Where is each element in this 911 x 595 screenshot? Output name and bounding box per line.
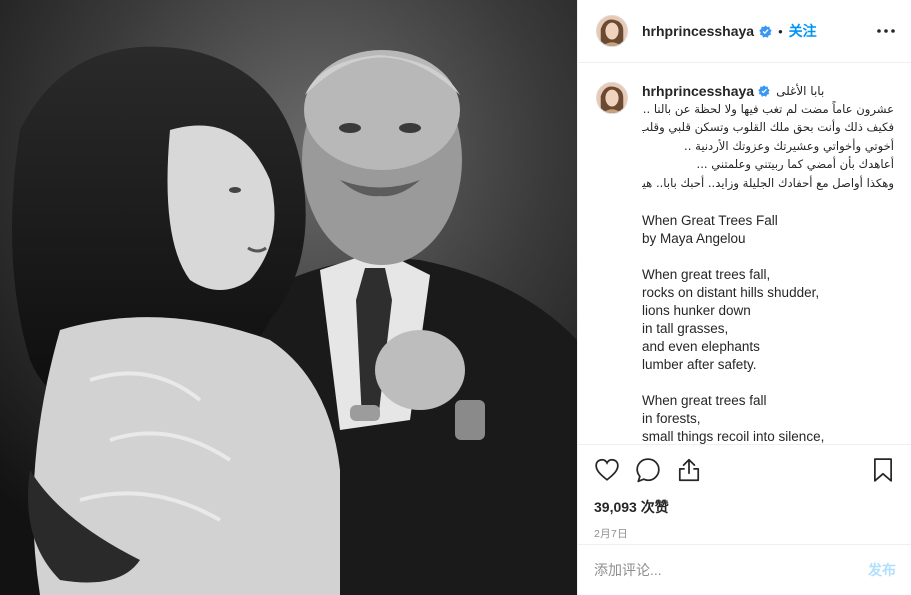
poem-stanza: When great trees fall in forests, small … (642, 392, 894, 444)
poem-line: in forests, (642, 411, 701, 427)
caption-arabic-line: عشرون عاماً مضت لم تغب فيها ولا لحظة عن … (642, 102, 894, 116)
caption-arabic-line: أعاهدك بأن أمضي كما ربيتني وعلمتني ... (696, 157, 894, 172)
caption-arabic-line: فكيف ذلك وأنت بحق ملك القلوب وتسكن قلبي … (642, 120, 894, 135)
poem-stanza: When Great Trees Fall by Maya Angelou (642, 212, 894, 248)
share-icon[interactable] (676, 457, 702, 483)
post-comment-button[interactable]: 发布 (868, 560, 896, 580)
poem-title: When Great Trees Fall (642, 213, 778, 229)
verified-badge-icon (758, 85, 770, 97)
verified-badge-icon (759, 24, 772, 38)
post-header: hrhprincesshaya • 关注 (578, 0, 911, 63)
poem-line: in tall grasses, (642, 321, 729, 337)
comment-bar: 发布 (578, 544, 911, 595)
heart-icon[interactable] (594, 457, 620, 483)
poem-line: When great trees fall, (642, 267, 771, 283)
caption-arabic-line: أخوتي وأخواتي وعشيرتك وعزوتك الأردنية .. (684, 138, 894, 153)
poem-line: and even elephants (642, 339, 760, 355)
poem: When Great Trees Fall by Maya Angelou Wh… (642, 212, 894, 444)
avatar[interactable] (596, 15, 628, 47)
post-photo[interactable] (0, 0, 577, 595)
separator-dot: • (778, 23, 783, 39)
comment-icon[interactable] (635, 457, 661, 483)
caption-first-line: بابا الأغلى (776, 84, 825, 98)
poem-line: lions hunker down (642, 303, 751, 319)
like-count[interactable]: 39,093 次赞 (594, 497, 896, 517)
poem-author: by Maya Angelou (642, 231, 746, 247)
comment-input[interactable] (594, 562, 868, 578)
header-username[interactable]: hrhprincesshaya (642, 23, 754, 39)
poem-line: When great trees fall (642, 393, 767, 409)
caption-username[interactable]: hrhprincesshaya (642, 82, 754, 100)
caption-arabic-line: وهكذا أواصل مع أحفادك الجليلة وزايد.. أح… (642, 175, 894, 190)
poem-line: small things recoil into silence, (642, 429, 825, 444)
bookmark-icon[interactable] (870, 457, 896, 483)
caption-section: hrhprincesshaya بابا الأغلى عشرون عاماً … (578, 64, 911, 444)
poem-line: lumber after safety. (642, 357, 757, 373)
poem-line: rocks on distant hills shudder, (642, 285, 820, 301)
post-sidebar: hrhprincesshaya • 关注 hrhprincesshaya باب… (577, 0, 911, 595)
follow-button[interactable]: 关注 (789, 21, 817, 41)
poem-stanza: When great trees fall, rocks on distant … (642, 266, 894, 374)
post-actions: 39,093 次赞 2月7日 (578, 444, 911, 544)
more-icon[interactable] (874, 19, 898, 43)
post-date[interactable]: 2月7日 (594, 526, 896, 541)
caption-avatar[interactable] (596, 82, 628, 114)
